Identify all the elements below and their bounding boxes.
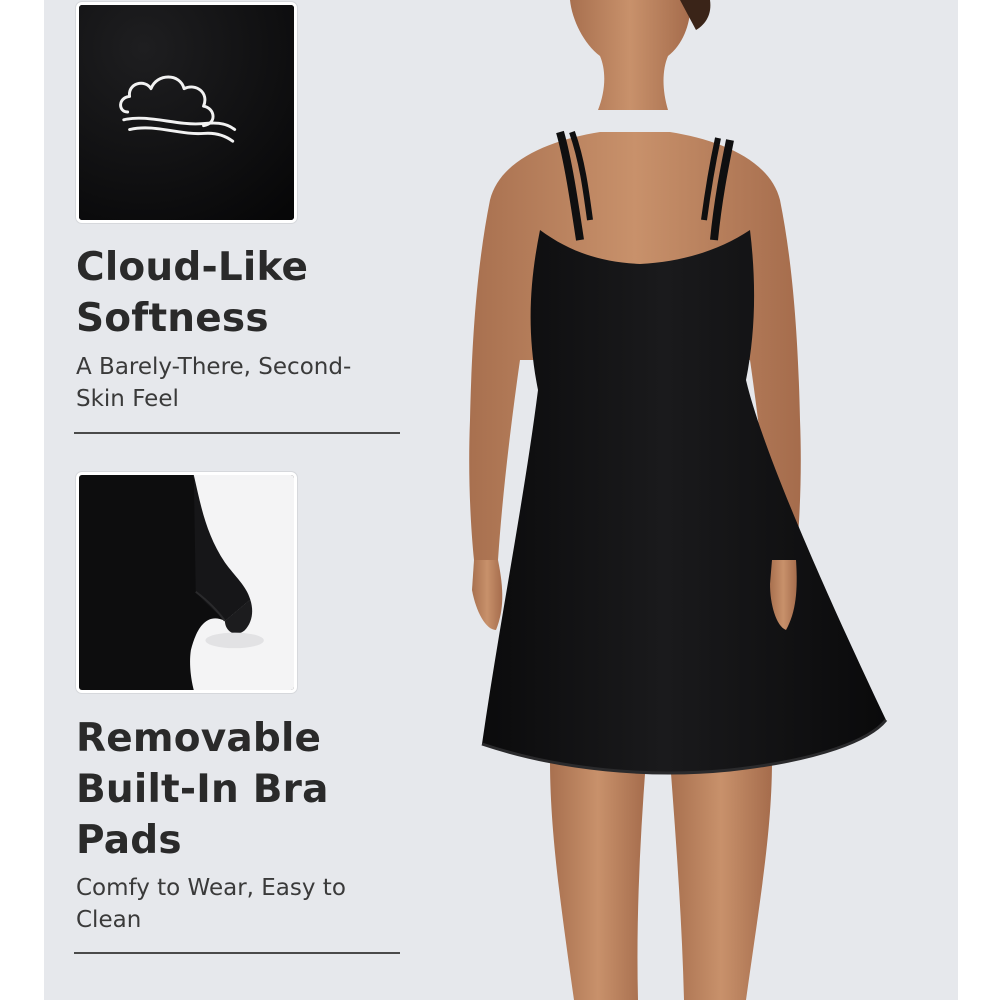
- bra-pad-tile: [76, 472, 297, 693]
- bra-pads-title-line-1: Removable: [76, 716, 322, 761]
- bra-pads-subtitle: Comfy to Wear, Easy to Clean: [76, 872, 406, 936]
- softness-title-line-2: Softness: [76, 296, 269, 341]
- divider: [74, 952, 400, 954]
- bra-pad-fabric-image: [79, 475, 294, 690]
- softness-fabric-tile: [76, 2, 297, 223]
- model-in-dress-image: [400, 0, 958, 1000]
- softness-subtitle-line-2: Skin Feel: [76, 386, 179, 412]
- softness-title: Cloud-Like Softness: [76, 242, 416, 344]
- dress-illustration: [469, 0, 888, 1000]
- bra-pads-subtitle-line-2: Clean: [76, 907, 142, 933]
- bra-pads-title-line-3: Pads: [76, 818, 182, 863]
- softness-subtitle: A Barely-There, Second- Skin Feel: [76, 351, 406, 415]
- bra-pads-title-line-2: Built-In Bra: [76, 767, 329, 812]
- divider: [74, 432, 400, 434]
- softness-title-line-1: Cloud-Like: [76, 245, 309, 290]
- bra-pads-subtitle-line-1: Comfy to Wear, Easy to: [76, 875, 346, 901]
- cloud-icon: [79, 5, 294, 220]
- product-feature-page: Cloud-Like Softness A Barely-There, Seco…: [0, 0, 1000, 1000]
- bra-pads-title: Removable Built-In Bra Pads: [76, 713, 416, 866]
- softness-subtitle-line-1: A Barely-There, Second-: [76, 354, 352, 380]
